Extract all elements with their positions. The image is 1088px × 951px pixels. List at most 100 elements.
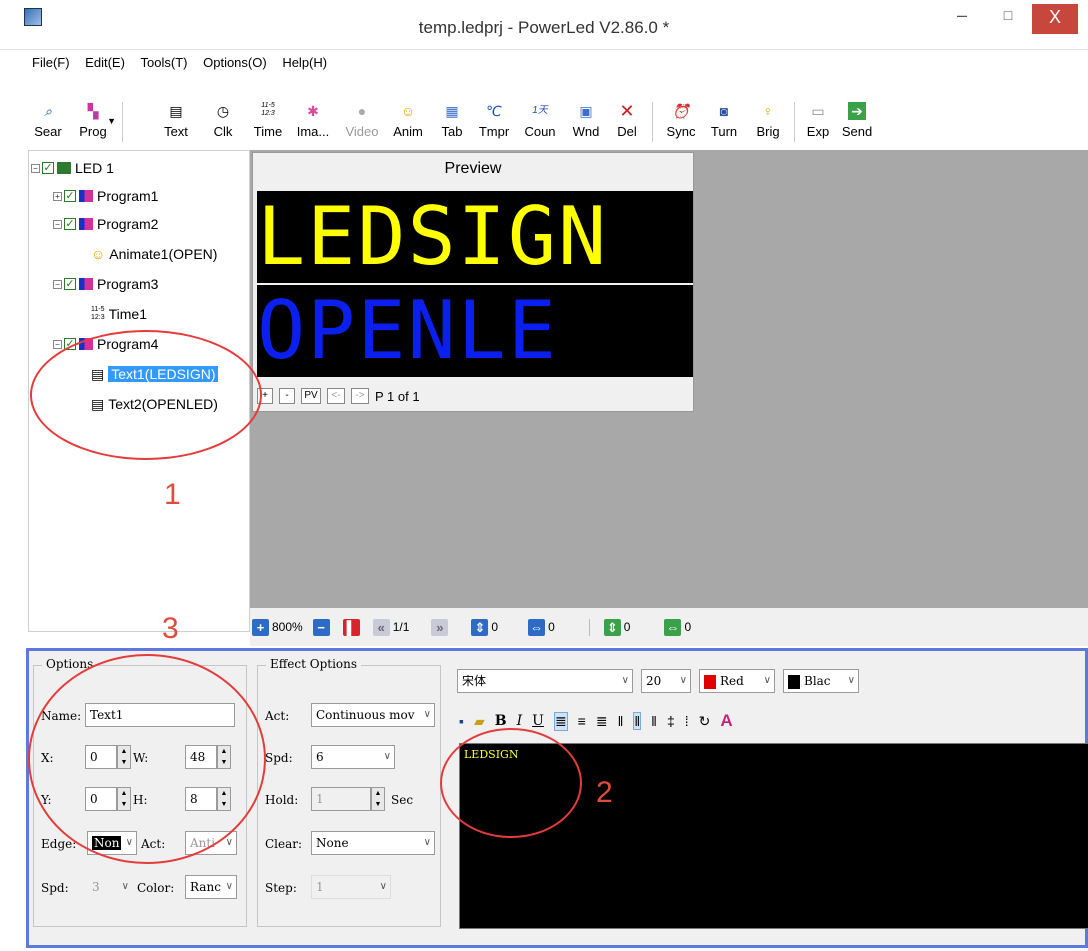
toolbar-window-button[interactable]: ▣ Wnd [568,98,604,150]
menu-help[interactable]: Help(H) [280,52,329,73]
menu-file[interactable]: File(F) [30,52,72,73]
italic-icon[interactable]: I [517,713,523,729]
tree-item-time1[interactable]: 11-5 12:3 Time1 [91,303,147,325]
background-color-select[interactable]: Blac ∨ [783,669,859,693]
tree-item-program2[interactable]: − ✓ Program2 [53,213,158,235]
checkbox[interactable]: ✓ [64,190,76,202]
toolbar-label: Send [841,124,873,139]
page-indicator: P 1 of 1 [375,388,420,404]
toolbar-export-button[interactable]: ▭ Exp [802,98,834,150]
toolbar-label: Prog [79,124,107,139]
collapse-icon[interactable]: − [53,339,62,349]
font-select[interactable]: 宋体 ∨ [457,669,633,693]
vertical-move-button[interactable]: ⇕ 0 [471,618,498,636]
vertical-center-icon[interactable]: ‡ [667,713,675,729]
clear-label: Clear: [265,837,303,851]
rotate-icon[interactable]: ↻ [699,713,711,730]
prev-page-button[interactable]: <- [327,388,345,404]
collapse-icon[interactable]: − [53,219,62,229]
tree-item-program1[interactable]: + ✓ Program1 [53,185,158,207]
zoom-out-button[interactable]: - [279,388,295,404]
toolbar-text-button[interactable]: ▤ Text [158,98,194,150]
previous-page-button[interactable]: «1/1 [372,618,409,636]
toolbar-counter-button[interactable]: 1天 Coun [518,98,562,150]
stop-button[interactable]: ▌ [342,618,363,636]
chevron-down-icon: ∨ [679,675,687,686]
color-select[interactable]: Ranc ∨ [185,875,237,899]
toolbar-time-button[interactable]: 11-5 12:3 Time [248,98,288,150]
toolbar-label: Sync [666,124,696,139]
menu-edit[interactable]: Edit(E) [83,52,127,73]
expand-icon[interactable]: + [53,191,62,201]
toolbar-animate-button[interactable]: ☺ Anim [388,98,428,150]
toolbar-send-button[interactable]: ➔ Send [838,98,876,150]
horizontal-resize-button[interactable]: ⇔ 0 [664,618,691,636]
tree-label: Program3 [97,276,159,292]
tree-item-animate1[interactable]: ☺ Animate1(OPEN) [91,243,217,265]
next-page-button[interactable]: » [431,618,451,636]
chevron-down-icon: ∨ [423,709,431,720]
align-middle-icon[interactable]: ‖ [633,712,642,730]
hold-field[interactable]: 1 [311,787,371,811]
toolbar-clock-button[interactable]: ◷ Clk [206,98,240,150]
hold-stepper[interactable]: ▲ ▼ [371,787,385,811]
spd-select[interactable]: 3 ∨ [87,875,133,899]
toolbar-video-button[interactable]: ● Video [340,98,384,150]
color-label: Color: [137,881,175,895]
font-size-select[interactable]: 20 ∨ [641,669,691,693]
font-color-icon[interactable]: A [720,711,732,731]
align-bottom-icon[interactable]: ‖ [651,713,657,729]
clear-select[interactable]: None ∨ [311,831,435,855]
effect-spd-value: 6 [316,750,324,764]
table-icon: ▦ [445,103,459,119]
menu-options[interactable]: Options(O) [201,52,269,73]
tree-item-program3[interactable]: − ✓ Program3 [53,273,158,295]
underline-icon[interactable]: U [532,713,544,729]
toolbar-label: Anim [393,124,423,139]
toolbar-turn-button[interactable]: ◙ Turn [706,98,742,150]
time-icon: 11-5 12:3 [261,102,275,117]
save-icon[interactable]: ▪ [459,713,464,729]
pv-button[interactable]: PV [301,388,321,404]
menu-tools[interactable]: Tools(T) [139,52,190,73]
zoom-out-button[interactable]: − [312,618,333,636]
tree-item-led[interactable]: − ✓ LED 1 [31,157,114,179]
align-left-icon[interactable]: ≣ [553,711,568,731]
maximize-button[interactable]: □ [986,0,1030,34]
align-center-icon[interactable]: ≡ [578,713,586,729]
minimize-button[interactable]: – [940,0,984,34]
led-line-1: LEDSIGN [257,191,693,283]
horizontal-move-button[interactable]: ⇔ 0 [528,618,555,636]
toolbar-search-button[interactable]: ⌕ Sear [30,98,66,150]
chevron-down-icon: ∨ [383,751,391,762]
toolbar-temperature-button[interactable]: ℃ Tmpr [474,98,514,150]
toolbar-sync-button[interactable]: ⏰ Sync [662,98,700,150]
align-top-icon[interactable]: ‖ [618,713,624,729]
zoom-in-button[interactable]: +800% [252,618,303,636]
bold-icon[interactable]: B [495,713,507,729]
toolbar-image-button[interactable]: ✱ Ima... [292,98,334,150]
toolbar-brightness-button[interactable]: ♀ Brig [750,98,786,150]
annotation-circle-3 [28,654,266,864]
vertical-resize-button[interactable]: ⇕ 0 [588,618,630,636]
vertical-spacing-icon[interactable]: ⁞ [685,713,689,729]
open-folder-icon[interactable]: ▰ [474,713,485,730]
toolbar-label: Exp [806,124,830,139]
toolbar-program-button[interactable]: ▚ Prog ▼ [70,98,116,150]
close-button[interactable]: X [1032,4,1078,34]
checkbox[interactable]: ✓ [42,162,54,174]
collapse-icon[interactable]: − [53,279,62,289]
step-select[interactable]: 1 ∨ [311,875,391,899]
next-page-button[interactable]: -> [351,388,369,404]
smiley-icon: ☺ [400,103,416,119]
toolbar-table-button[interactable]: ▦ Tab [436,98,468,150]
tree-label: Time1 [108,306,148,322]
align-right-icon[interactable]: ≣ [596,713,608,730]
foreground-color-select[interactable]: Red ∨ [699,669,775,693]
checkbox[interactable]: ✓ [64,278,76,290]
checkbox[interactable]: ✓ [64,218,76,230]
toolbar-delete-button[interactable]: ✕ Del [610,98,644,150]
effect-act-select[interactable]: Continuous mov ∨ [311,703,435,727]
effect-spd-select[interactable]: 6 ∨ [311,745,395,769]
collapse-icon[interactable]: − [31,163,40,173]
